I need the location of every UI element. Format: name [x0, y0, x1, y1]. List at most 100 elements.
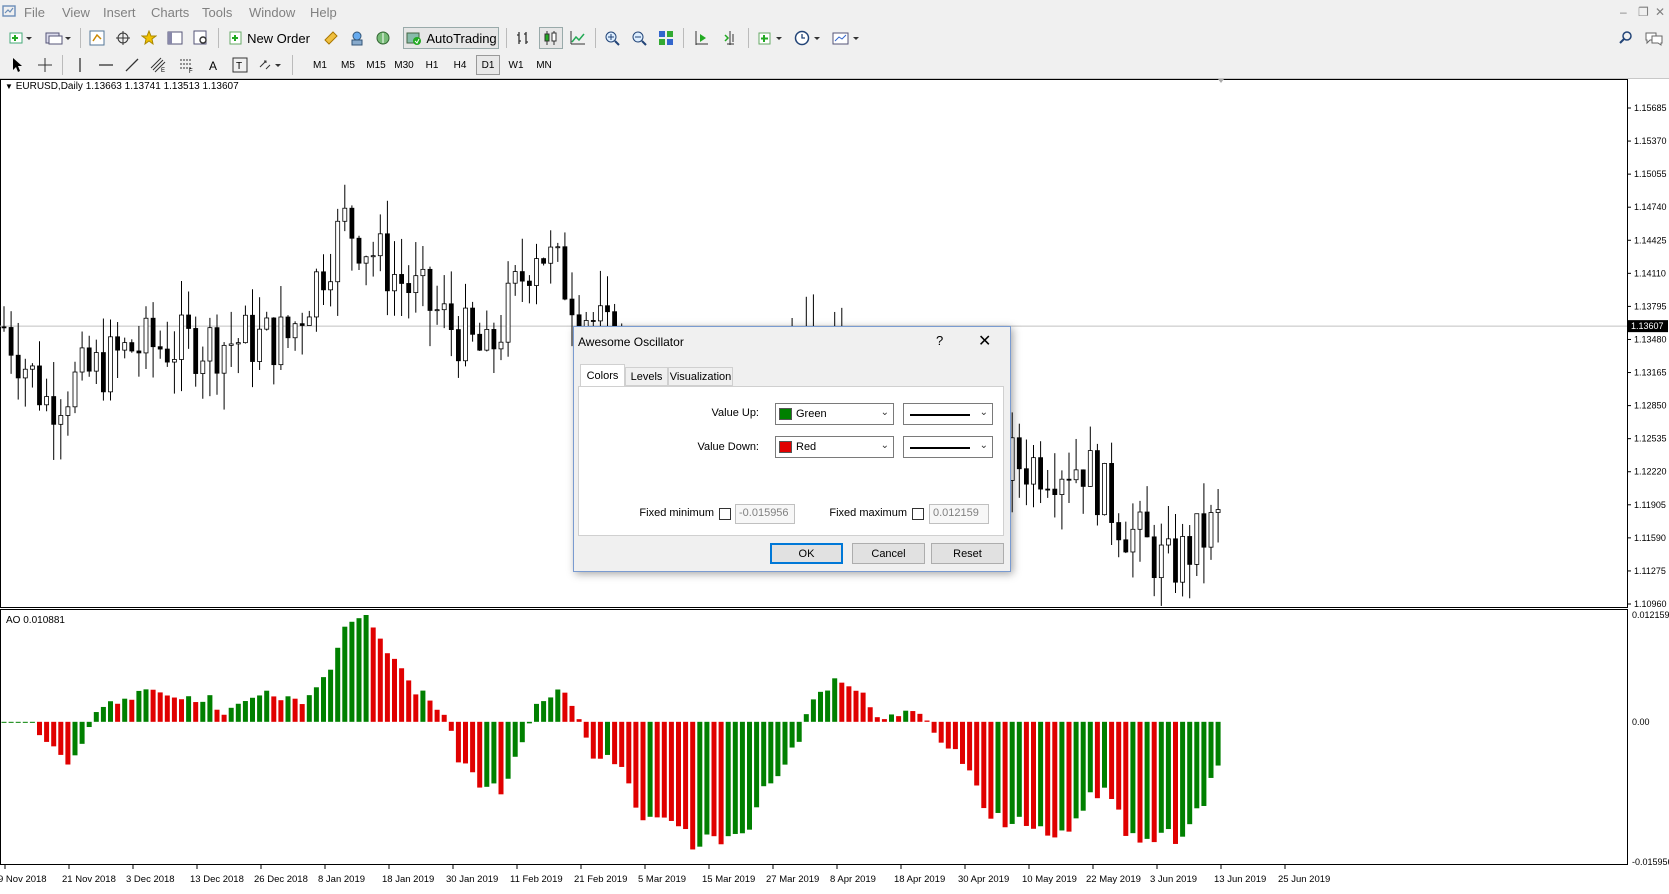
text-button[interactable]: A — [204, 54, 224, 76]
price-axis-label: 1.15055 — [1634, 169, 1667, 179]
timeframe-m30-button[interactable]: M30 — [392, 55, 416, 75]
tester-magnifier-icon — [193, 30, 207, 45]
candle-body — [101, 352, 106, 393]
ao-bar — [1038, 721, 1044, 827]
terminal-button[interactable] — [164, 27, 186, 49]
vps-icon — [376, 31, 390, 45]
zoom-out-button[interactable] — [628, 27, 650, 49]
ao-bar — [406, 680, 412, 722]
chat-button[interactable] — [1642, 27, 1666, 49]
timeframe-w1-button[interactable]: W1 — [504, 55, 528, 75]
menu-tools[interactable]: Tools — [202, 5, 232, 20]
tab-levels[interactable]: Levels — [625, 367, 668, 386]
value-up-color-select[interactable]: Green ⌄ — [775, 403, 894, 425]
bar-chart-button[interactable] — [512, 27, 534, 49]
candle-body — [136, 350, 142, 354]
timeframe-m5-button[interactable]: M5 — [336, 55, 360, 75]
fibonacci-button[interactable]: F — [176, 54, 198, 76]
fixed-minimum-checkbox[interactable] — [719, 508, 731, 520]
timeframe-h4-button[interactable]: H4 — [448, 55, 472, 75]
ao-bar — [72, 721, 78, 756]
value-down-width-select[interactable]: ⌄ — [903, 436, 993, 458]
minimize-icon[interactable]: – — [1620, 5, 1627, 19]
strategy-tester-button[interactable] — [190, 27, 212, 49]
horizontal-line-icon — [99, 64, 113, 66]
bar-chart-icon — [517, 32, 528, 44]
price-axis-label: 1.12220 — [1634, 467, 1667, 477]
menu-window[interactable]: Window — [249, 5, 295, 20]
value-down-color-select[interactable]: Red ⌄ — [775, 436, 894, 458]
fixed-minimum-input[interactable]: -0.015956 — [735, 504, 795, 524]
new-chart-button[interactable] — [6, 27, 36, 49]
market-watch-button[interactable] — [86, 27, 108, 49]
svg-text:A: A — [209, 59, 217, 73]
close-icon[interactable]: ✕ — [978, 331, 991, 351]
menu-insert[interactable]: Insert — [103, 5, 136, 20]
timeframe-m1-button[interactable]: M1 — [308, 55, 332, 75]
tab-colors[interactable]: Colors — [580, 364, 625, 387]
timeframe-mn-button[interactable]: MN — [532, 55, 556, 75]
ao-bar — [803, 714, 809, 722]
cursor-button[interactable] — [6, 54, 28, 76]
candle-body — [527, 280, 532, 286]
candle-body — [1095, 450, 1100, 516]
candle-body — [93, 352, 99, 372]
profiles-button[interactable] — [42, 27, 74, 49]
menu-view[interactable]: View — [62, 5, 90, 20]
equidistant-channel-button[interactable]: E — [148, 54, 170, 76]
candle-body — [1187, 536, 1193, 565]
value-up-width-select[interactable]: ⌄ — [903, 403, 993, 425]
metaeditor-button[interactable] — [320, 27, 342, 49]
crosshair-button[interactable] — [34, 54, 56, 76]
market-watch-icon — [89, 30, 105, 46]
candlestick-chart-button[interactable] — [539, 27, 563, 49]
fixed-maximum-checkbox[interactable] — [912, 508, 924, 520]
ao-bar — [51, 721, 57, 747]
indicators-button[interactable] — [755, 27, 787, 49]
timeframe-h1-button[interactable]: H1 — [420, 55, 444, 75]
chart-shift-button[interactable] — [691, 27, 713, 49]
ao-bar — [306, 695, 312, 722]
candle-body — [1144, 511, 1150, 538]
timeframe-d1-button[interactable]: D1 — [476, 55, 500, 75]
search-button[interactable] — [1616, 27, 1636, 49]
date-axis-label: 26 Dec 2018 — [254, 874, 308, 885]
navigator-button[interactable] — [138, 27, 160, 49]
trendline-button[interactable] — [122, 54, 142, 76]
vps-button[interactable] — [372, 27, 394, 49]
candlestick-icon — [544, 31, 557, 45]
tile-windows-button[interactable] — [655, 27, 677, 49]
collapse-arrow-icon[interactable]: ▼ — [5, 82, 13, 91]
close-window-icon[interactable]: ✕ — [1655, 5, 1665, 19]
signals-button[interactable] — [346, 27, 368, 49]
ao-bar — [1194, 721, 1200, 809]
fixed-maximum-input[interactable]: 0.012159 — [929, 504, 989, 524]
ao-bar — [676, 721, 681, 827]
vertical-line-button[interactable] — [70, 54, 90, 76]
reset-button[interactable]: Reset — [931, 543, 1004, 564]
menu-help[interactable]: Help — [310, 5, 337, 20]
horizontal-line-button[interactable] — [96, 54, 116, 76]
zoom-in-button[interactable] — [601, 27, 623, 49]
templates-button[interactable] — [830, 27, 864, 49]
tab-visualization[interactable]: Visualization — [668, 367, 733, 386]
auto-trading-button[interactable]: AutoTrading — [403, 27, 499, 49]
candle-body — [534, 258, 539, 286]
new-order-button[interactable]: New Order — [224, 27, 314, 49]
menu-charts[interactable]: Charts — [151, 5, 189, 20]
periods-button[interactable] — [792, 27, 826, 49]
menu-file[interactable]: File — [24, 5, 45, 20]
data-window-button[interactable] — [112, 27, 134, 49]
help-button[interactable]: ? — [936, 333, 943, 348]
text-label-button[interactable]: T — [230, 54, 250, 76]
arrows-button[interactable] — [256, 54, 286, 76]
chart-shift-marker-icon[interactable] — [1218, 79, 1224, 83]
line-chart-button[interactable] — [567, 27, 589, 49]
ao-bar — [725, 721, 731, 837]
ao-bar — [995, 721, 1001, 813]
auto-scroll-button[interactable] — [719, 27, 741, 49]
ok-button[interactable]: OK — [770, 543, 843, 564]
cancel-button[interactable]: Cancel — [852, 543, 925, 564]
timeframe-m15-button[interactable]: M15 — [364, 55, 388, 75]
restore-icon[interactable]: ❐ — [1638, 5, 1649, 19]
